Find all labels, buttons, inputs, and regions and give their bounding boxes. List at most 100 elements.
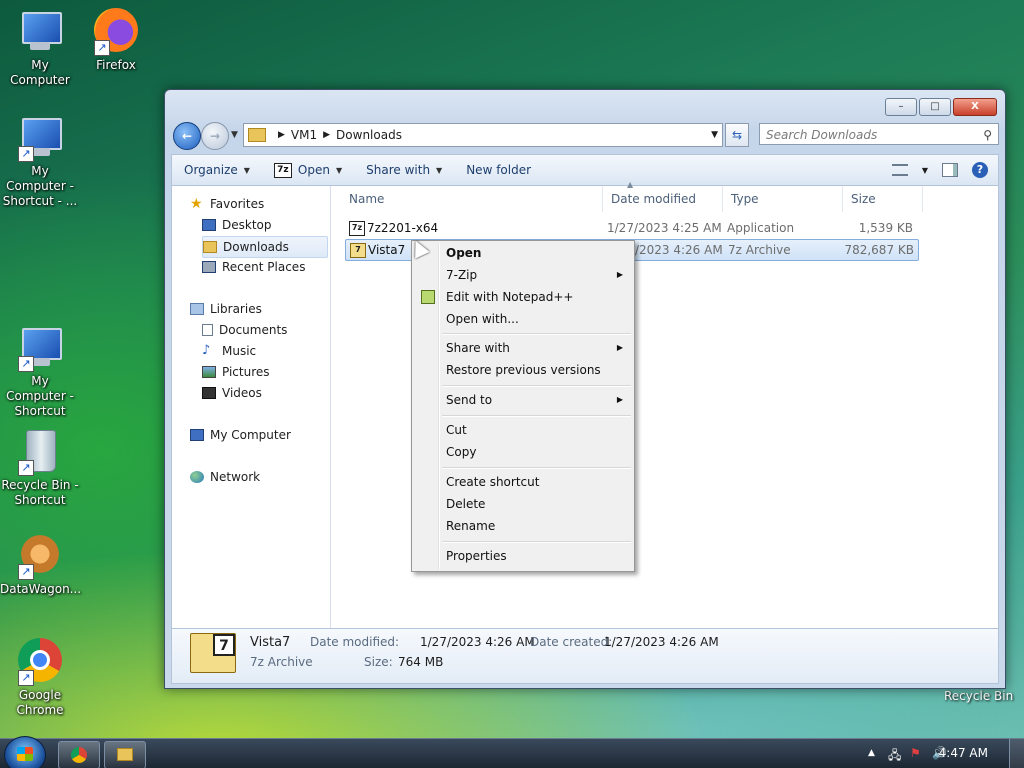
minimize-button[interactable]: –: [885, 98, 917, 116]
nav-favorites[interactable]: ★ Favorites: [190, 194, 326, 214]
column-header-name[interactable]: Name: [341, 186, 603, 212]
nav-label: Videos: [222, 386, 262, 400]
menu-item-rename[interactable]: Rename: [415, 515, 631, 537]
menu-item-restore-previous-versions[interactable]: Restore previous versions: [415, 359, 631, 381]
help-icon[interactable]: ?: [972, 162, 988, 178]
security-alert-icon[interactable]: ⚑: [910, 746, 921, 760]
address-bar[interactable]: ▶ VM1 ▶ Downloads ▼: [243, 123, 723, 147]
desktop-icon-my-computer[interactable]: My Computer: [0, 8, 80, 88]
7z-archive-icon: 7: [190, 633, 236, 673]
file-row-7z2201-x64[interactable]: 7z 7z2201-x64 1/27/2023 4:25 AM Applicat…: [345, 218, 917, 238]
nav-music[interactable]: ♪ Music: [202, 341, 326, 361]
show-hidden-icons-icon[interactable]: ▲: [868, 748, 875, 758]
details-size-label: Size:: [364, 655, 393, 669]
nav-libraries[interactable]: Libraries: [190, 299, 326, 319]
submenu-arrow-icon: ▶: [616, 395, 623, 404]
menu-separator: [442, 385, 631, 387]
chevron-right-icon[interactable]: ▶: [323, 130, 330, 140]
search-icon[interactable]: ⚲: [983, 124, 992, 146]
share-with-button[interactable]: Share with ▼: [354, 163, 454, 177]
menu-item-create-shortcut[interactable]: Create shortcut: [415, 471, 631, 493]
chevron-down-icon[interactable]: ▼: [711, 130, 718, 140]
menu-item-cut[interactable]: Cut: [415, 419, 631, 441]
menu-item-7zip[interactable]: 7-Zip ▶: [415, 264, 631, 286]
details-file-name: Vista7: [250, 635, 291, 650]
taskbar-chrome-button[interactable]: [58, 741, 100, 768]
organize-label: Organize: [184, 163, 238, 177]
breadcrumb-downloads[interactable]: Downloads: [336, 128, 402, 142]
menu-item-label: 7-Zip: [446, 268, 478, 282]
desktop-icon-firefox[interactable]: ↗ Firefox: [76, 8, 156, 73]
file-type: 7z Archive: [728, 243, 791, 257]
menu-item-label: Send to: [446, 393, 493, 407]
desktop-icon-my-computer-shortcut[interactable]: ↗ My Computer - Shortcut: [0, 324, 80, 419]
menu-separator: [442, 333, 631, 335]
menu-item-delete[interactable]: Delete: [415, 493, 631, 515]
submenu-arrow-icon: ▶: [616, 343, 623, 352]
start-button[interactable]: [4, 736, 46, 768]
menu-separator: [442, 415, 631, 417]
desktop-label-recycle-bin[interactable]: Recycle Bin: [944, 689, 1013, 703]
chevron-down-icon: ▼: [243, 165, 250, 175]
details-date-modified-label: Date modified:: [310, 635, 400, 649]
search-input[interactable]: Search Downloads ⚲: [759, 123, 999, 145]
nav-pictures[interactable]: Pictures: [202, 362, 326, 382]
share-with-label: Share with: [366, 163, 431, 177]
clock[interactable]: 4:47 AM: [939, 746, 988, 760]
menu-item-share-with[interactable]: Share with ▶: [415, 337, 631, 359]
file-type: Application: [727, 221, 795, 235]
column-header-type[interactable]: Type: [723, 186, 843, 212]
menu-item-send-to[interactable]: Send to ▶: [415, 389, 631, 411]
chrome-icon: [71, 747, 87, 763]
breadcrumb-vm1[interactable]: VM1: [291, 128, 317, 142]
menu-item-properties[interactable]: Properties: [415, 545, 631, 567]
network-icon: [190, 471, 204, 483]
preview-pane-icon[interactable]: [942, 163, 958, 177]
7z-archive-icon: 7: [350, 243, 366, 258]
chevron-down-icon[interactable]: ▼: [922, 166, 928, 175]
desktop-icon: [202, 219, 216, 231]
forward-button[interactable]: →: [201, 122, 229, 150]
menu-item-open-with[interactable]: Open with...: [415, 308, 631, 330]
nav-documents[interactable]: Documents: [202, 320, 326, 340]
nav-recent-places[interactable]: Recent Places: [202, 257, 326, 277]
open-button[interactable]: 7z Open ▼: [262, 162, 354, 178]
desktop-icon-recycle-bin-shortcut[interactable]: ↗ Recycle Bin - Shortcut: [0, 428, 80, 508]
pictures-icon: [202, 366, 216, 378]
organize-button[interactable]: Organize ▼: [172, 163, 262, 177]
menu-item-open[interactable]: Open: [415, 242, 631, 264]
refresh-button[interactable]: ⇆: [725, 123, 749, 147]
column-header-size[interactable]: Size: [843, 186, 923, 212]
chevron-right-icon[interactable]: ▶: [278, 130, 285, 140]
menu-item-copy[interactable]: Copy: [415, 441, 631, 463]
nav-my-computer[interactable]: My Computer: [190, 425, 326, 445]
details-date-modified: 1/27/2023 4:26 AM: [420, 635, 535, 649]
desktop-icon-my-computer-shortcut-2[interactable]: ↗ My Computer - Shortcut - ...: [0, 114, 80, 209]
desktop-icon-google-chrome[interactable]: ↗ Google Chrome: [0, 638, 80, 718]
nav-downloads[interactable]: Downloads: [202, 236, 328, 258]
desktop-icon-label: Recycle Bin - Shortcut: [1, 478, 79, 507]
shortcut-arrow-icon: ↗: [18, 564, 34, 580]
chrome-icon: ↗: [16, 638, 64, 686]
close-button[interactable]: X: [953, 98, 997, 116]
desktop-icon-datawagon[interactable]: ↗ DataWagon...: [0, 532, 81, 597]
menu-item-edit-with-notepad[interactable]: Edit with Notepad++: [415, 286, 631, 308]
shortcut-arrow-icon: ↗: [94, 40, 110, 56]
nav-network[interactable]: Network: [190, 467, 326, 487]
nav-videos[interactable]: Videos: [202, 383, 326, 403]
system-tray: ▲ 🖧 ⚑ 🔊 4:47 AM: [834, 739, 1024, 768]
column-header-date-modified[interactable]: Date modified: [603, 186, 723, 212]
back-button[interactable]: ←: [173, 122, 201, 150]
recycle-bin-icon: ↗: [16, 428, 64, 476]
nav-desktop[interactable]: Desktop: [202, 215, 326, 235]
nav-label: Favorites: [210, 197, 265, 211]
arrow-left-icon: ←: [181, 129, 193, 143]
view-options-icon[interactable]: [891, 164, 908, 176]
taskbar-explorer-button[interactable]: [104, 741, 146, 768]
show-desktop-button[interactable]: [1009, 739, 1024, 768]
desktop-icon-label: My Computer: [10, 58, 70, 87]
maximize-button[interactable]: □: [919, 98, 951, 116]
network-tray-icon[interactable]: 🖧: [888, 746, 901, 767]
new-folder-button[interactable]: New folder: [454, 163, 543, 177]
recent-pages-dropdown[interactable]: ▼: [231, 130, 238, 140]
